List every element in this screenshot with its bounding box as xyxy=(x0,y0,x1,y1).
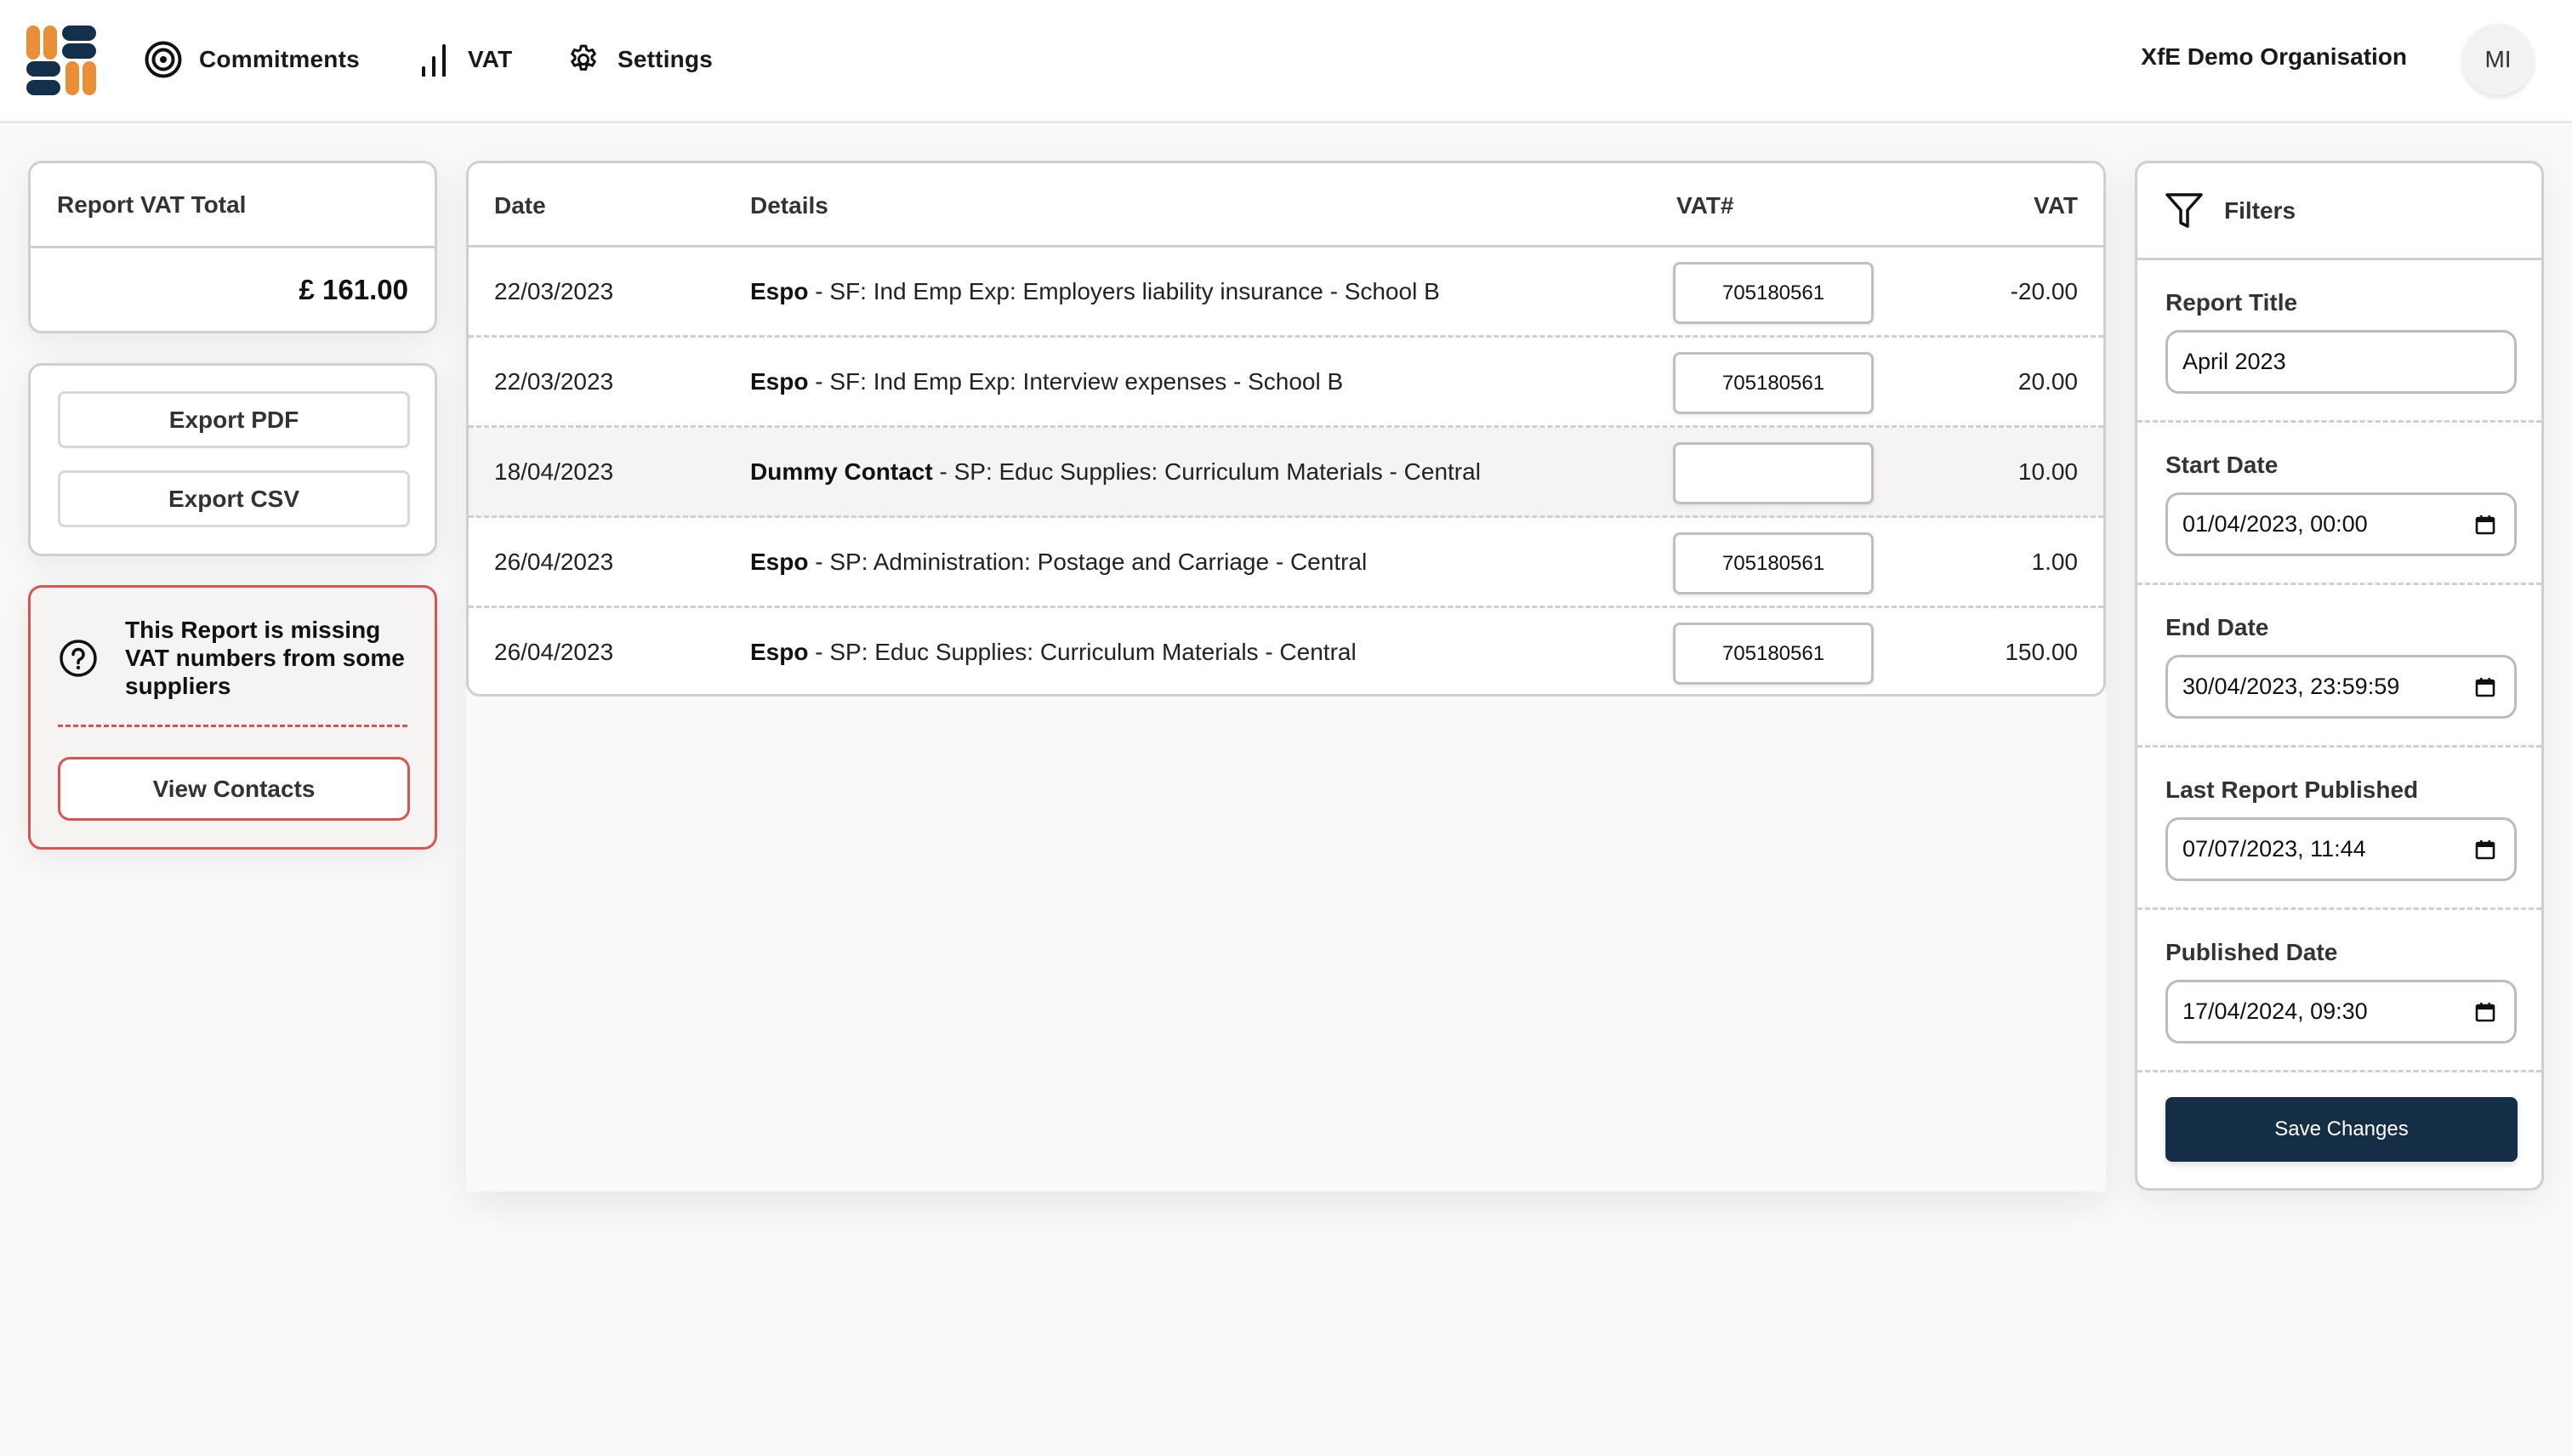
export-csv-button[interactable]: Export CSV xyxy=(58,470,410,527)
vat-total-value: £ 161.00 xyxy=(299,273,408,305)
calendar-icon[interactable] xyxy=(2475,677,2495,697)
row-details: Espo - SF: Ind Emp Exp: Employers liabil… xyxy=(750,278,1440,305)
nav-vat-label: VAT xyxy=(468,46,513,72)
table-body: 22/03/2023 Espo - SF: Ind Emp Exp: Employ… xyxy=(469,247,2103,698)
published-date-label: Published Date xyxy=(2165,939,2338,965)
user-avatar[interactable]: MI xyxy=(2462,24,2534,95)
vat-total-card: Report VAT Total £ 161.00 xyxy=(28,161,437,333)
row-vat-amount: -20.00 xyxy=(2010,278,2078,304)
missing-vat-alert: This Report is missing VAT numbers from … xyxy=(28,585,437,850)
end-date-value: 30/04/2023, 23:59:59 xyxy=(2182,674,2400,699)
table-row[interactable]: 26/04/2023 Espo - SP: Educ Supplies: Curr… xyxy=(469,608,2103,698)
end-date-input[interactable]: 30/04/2023, 23:59:59 xyxy=(2165,655,2517,719)
export-card: Export PDF Export CSV xyxy=(28,363,437,556)
start-date-input[interactable]: 01/04/2023, 00:00 xyxy=(2165,492,2517,556)
row-date: 22/03/2023 xyxy=(494,368,614,395)
table-header: Date Details VAT# VAT xyxy=(469,163,2103,247)
alert-divider xyxy=(58,725,407,727)
report-title-value: April 2023 xyxy=(2182,349,2286,374)
filters-title: Filters xyxy=(2224,196,2296,224)
question-circle-icon xyxy=(60,640,97,677)
start-date-label: Start Date xyxy=(2165,452,2279,478)
filters-header: Filters xyxy=(2137,163,2541,260)
app-logo[interactable] xyxy=(26,26,96,95)
table-row[interactable]: 22/03/2023 Espo - SF: Ind Emp Exp: Employ… xyxy=(469,247,2103,338)
published-date-value: 17/04/2024, 09:30 xyxy=(2182,998,2368,1024)
column-header-date[interactable]: Date xyxy=(494,192,546,219)
table-row[interactable]: 22/03/2023 Espo - SF: Ind Emp Exp: Interv… xyxy=(469,338,2103,428)
row-vat-amount: 150.00 xyxy=(2005,639,2078,665)
save-changes-button[interactable]: Save Changes xyxy=(2165,1097,2518,1162)
alert-message: This Report is missing VAT numbers from … xyxy=(125,617,405,699)
filter-icon xyxy=(2165,192,2203,228)
export-pdf-button[interactable]: Export PDF xyxy=(58,391,410,448)
row-description: - SF: Ind Emp Exp: Employers liability i… xyxy=(808,278,1440,304)
filter-fields: Report Title April 2023 Start Date 01/04/20… xyxy=(2137,260,2541,1072)
row-date: 26/04/2023 xyxy=(494,549,614,575)
row-contact: Dummy Contact xyxy=(750,458,933,485)
row-contact: Espo xyxy=(750,639,809,665)
filter-field: End Date 30/04/2023, 23:59:59 xyxy=(2137,585,2541,748)
row-description: - SP: Administration: Postage and Carria… xyxy=(808,549,1368,575)
gear-icon xyxy=(571,44,596,71)
nav-commitments[interactable]: Commitments xyxy=(145,37,360,82)
row-details: Espo - SP: Educ Supplies: Curriculum Mat… xyxy=(750,639,1357,666)
row-contact: Espo xyxy=(750,549,809,575)
row-description: - SF: Ind Emp Exp: Interview expenses - … xyxy=(808,368,1344,395)
organisation-name[interactable]: XfE Demo Organisation xyxy=(2141,43,2407,71)
vat-number-input[interactable] xyxy=(1673,442,1874,504)
row-contact: Espo xyxy=(750,368,809,395)
last-report-published-input[interactable]: 07/07/2023, 11:44 xyxy=(2165,817,2517,881)
filter-field: Published Date 17/04/2024, 09:30 xyxy=(2137,910,2541,1072)
report-title-label: Report Title xyxy=(2165,289,2298,316)
row-details: Espo - SF: Ind Emp Exp: Interview expens… xyxy=(750,368,1343,395)
vat-number-input[interactable] xyxy=(1673,262,1874,324)
row-description: - SP: Educ Supplies: Curriculum Material… xyxy=(932,458,1481,485)
filter-field: Start Date 01/04/2023, 00:00 xyxy=(2137,423,2541,585)
view-contacts-button[interactable]: View Contacts xyxy=(58,757,410,821)
row-vat-amount: 10.00 xyxy=(2017,458,2078,485)
row-vat-amount: 1.00 xyxy=(2031,549,2079,575)
top-nav-bar: Commitments VAT Settings XfE Demo Organi… xyxy=(0,0,2572,123)
vat-number-input[interactable] xyxy=(1673,352,1874,414)
column-header-details[interactable]: Details xyxy=(750,192,828,219)
row-description: - SP: Educ Supplies: Curriculum Material… xyxy=(808,639,1357,665)
table-row[interactable]: 18/04/2023 Dummy Contact - SP: Educ Suppl… xyxy=(469,428,2103,518)
row-date: 18/04/2023 xyxy=(494,458,614,485)
row-contact: Espo xyxy=(750,278,809,304)
table-row[interactable]: 26/04/2023 Espo - SP: Administration: Pos… xyxy=(469,518,2103,608)
row-date: 22/03/2023 xyxy=(494,278,614,304)
vat-transactions-table: Date Details VAT# VAT 22/03/2023 Espo - S… xyxy=(466,161,2106,697)
row-vat-amount: 20.00 xyxy=(2017,368,2078,395)
filter-field: Last Report Published 07/07/2023, 11:44 xyxy=(2137,748,2541,910)
calendar-icon[interactable] xyxy=(2475,839,2495,860)
last-report-published-value: 07/07/2023, 11:44 xyxy=(2182,836,2366,862)
vat-number-input[interactable] xyxy=(1673,532,1874,594)
vat-number-input[interactable] xyxy=(1673,623,1874,685)
nav-settings[interactable]: Settings xyxy=(566,37,713,82)
vat-total-title: Report VAT Total xyxy=(31,163,435,248)
published-date-input[interactable]: 17/04/2024, 09:30 xyxy=(2165,980,2517,1044)
column-header-vat-number[interactable]: VAT# xyxy=(1676,192,1733,219)
row-details: Espo - SP: Administration: Postage and C… xyxy=(750,549,1367,576)
report-title-input[interactable]: April 2023 xyxy=(2165,330,2517,394)
nav-vat[interactable]: VAT xyxy=(418,37,512,82)
row-date: 26/04/2023 xyxy=(494,639,614,665)
nav-commitments-label: Commitments xyxy=(199,46,360,72)
last-report-published-label: Last Report Published xyxy=(2165,776,2419,803)
end-date-label: End Date xyxy=(2165,614,2269,640)
target-icon xyxy=(145,41,182,78)
nav-settings-label: Settings xyxy=(617,46,714,72)
start-date-value: 01/04/2023, 00:00 xyxy=(2182,511,2368,537)
calendar-icon[interactable] xyxy=(2475,515,2495,535)
calendar-icon[interactable] xyxy=(2475,1002,2495,1022)
filters-panel: Filters Report Title April 2023 Start Date… xyxy=(2135,161,2544,1191)
bar-chart-icon xyxy=(422,44,446,77)
column-header-vat[interactable]: VAT xyxy=(2034,192,2078,219)
filter-field: Report Title April 2023 xyxy=(2137,260,2541,423)
row-details: Dummy Contact - SP: Educ Supplies: Curri… xyxy=(750,458,1481,486)
